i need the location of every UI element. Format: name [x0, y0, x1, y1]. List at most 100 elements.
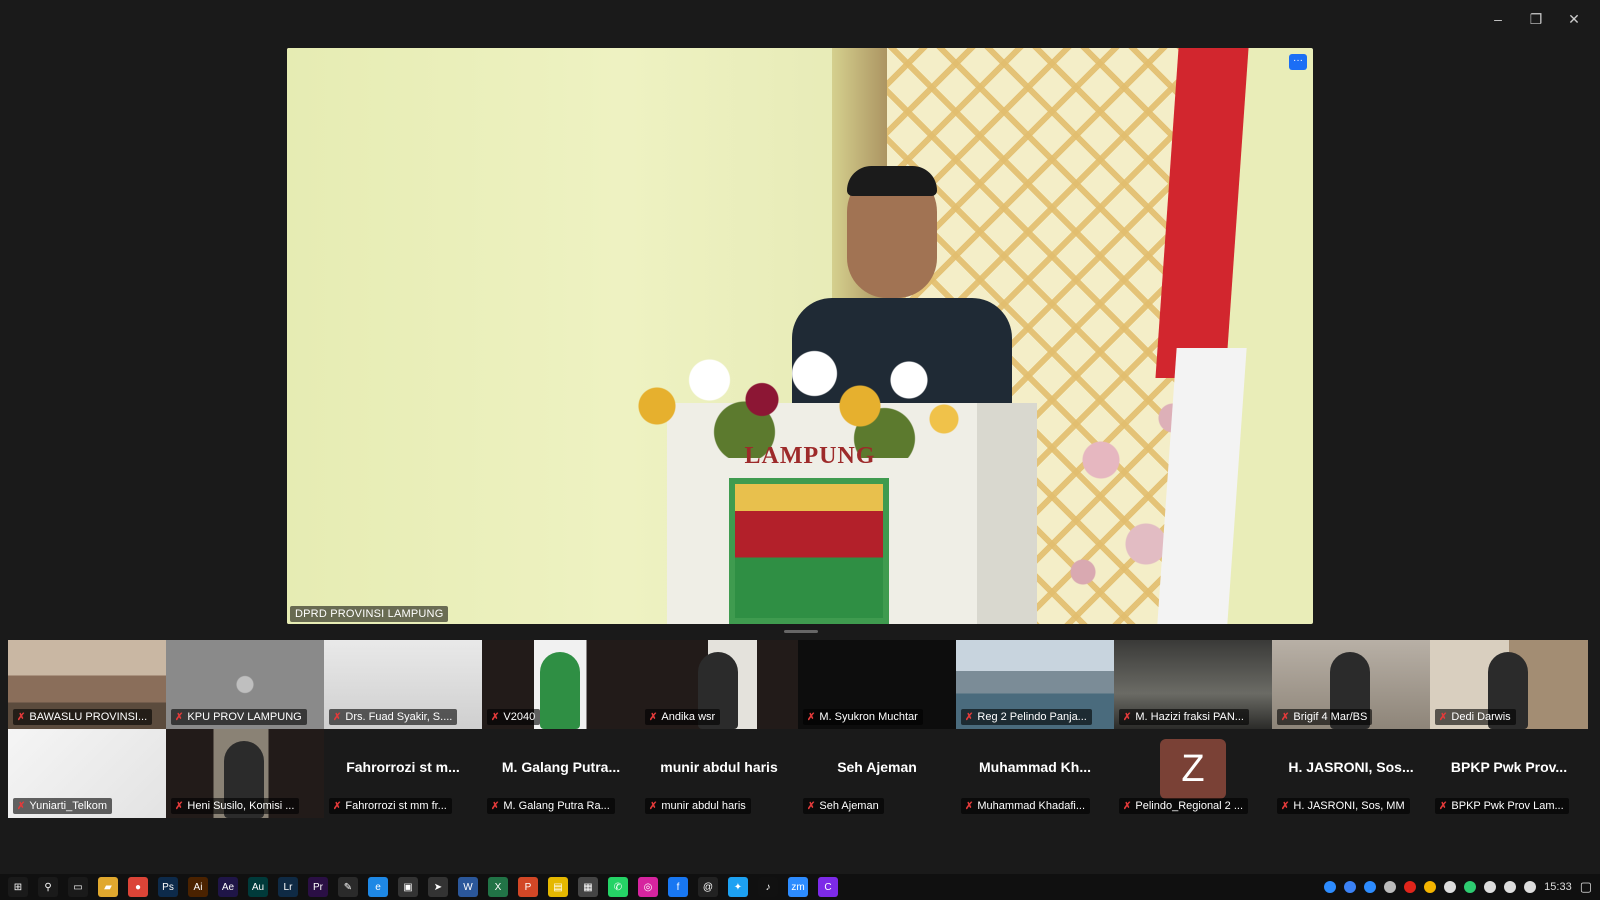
participant-tile[interactable]: ✗ Drs. Fuad Syakir, S....: [324, 640, 482, 729]
participant-tile[interactable]: ✗ Andika wsr: [640, 640, 798, 729]
muted-mic-icon: ✗: [965, 800, 974, 812]
muted-mic-icon: ✗: [17, 711, 26, 723]
instagram-icon[interactable]: ◎: [638, 877, 658, 897]
participant-tile[interactable]: BPKP Pwk Prov... ✗ BPKP Pwk Prov Lam...: [1430, 729, 1588, 818]
video-more-options-button[interactable]: ···: [1289, 54, 1307, 70]
participant-name-label: ✗ M. Syukron Muchtar: [803, 709, 923, 725]
participant-name-label: ✗ Heni Susilo, Komisi ...: [171, 798, 300, 814]
participant-display-name: H. JASRONI, Sos...: [1288, 759, 1414, 775]
participant-tile[interactable]: ✗ Dedi Darwis: [1430, 640, 1588, 729]
lightroom-icon[interactable]: Lr: [278, 877, 298, 897]
tray-shield-icon[interactable]: [1444, 881, 1457, 893]
tiktok-icon[interactable]: ♪: [758, 877, 778, 897]
participant-tile[interactable]: Muhammad Kh... ✗ Muhammad Khadafi...: [956, 729, 1114, 818]
tray-adobe-icon[interactable]: [1404, 881, 1417, 893]
audition-icon[interactable]: Au: [248, 877, 268, 897]
muted-mic-icon: ✗: [807, 800, 816, 812]
participant-display-name: Seh Ajeman: [837, 759, 917, 775]
participant-tile[interactable]: ✗ BAWASLU PROVINSI...: [8, 640, 166, 729]
canva-icon[interactable]: C: [818, 877, 838, 897]
app-box-icon[interactable]: ▣: [398, 877, 418, 897]
tray-sync-icon[interactable]: [1464, 881, 1477, 893]
tray-cloud-icon[interactable]: [1384, 881, 1397, 893]
participant-name-label: ✗ Pelindo_Regional 2 ...: [1119, 798, 1249, 814]
participant-name: munir abdul haris: [661, 800, 746, 812]
muted-mic-icon: ✗: [175, 800, 184, 812]
participant-tile[interactable]: ✗ Heni Susilo, Komisi ...: [166, 729, 324, 818]
notifications-icon[interactable]: ▢: [1580, 879, 1592, 895]
participant-name: BPKP Pwk Prov Lam...: [1451, 800, 1564, 812]
gallery-resize-handle[interactable]: [784, 630, 818, 633]
calculator-icon[interactable]: ▦: [578, 877, 598, 897]
speaker-hair: [847, 166, 937, 196]
threads-icon[interactable]: @: [698, 877, 718, 897]
participant-name: Andika wsr: [661, 711, 716, 723]
photoshop-icon[interactable]: Ps: [158, 877, 178, 897]
facebook-icon[interactable]: f: [668, 877, 688, 897]
participant-tile[interactable]: ✗ Brigif 4 Mar/BS: [1272, 640, 1430, 729]
participant-tile[interactable]: munir abdul haris ✗ munir abdul haris: [640, 729, 798, 818]
illustrator-icon[interactable]: Ai: [188, 877, 208, 897]
restore-button[interactable]: ❐: [1520, 10, 1552, 28]
powerpoint-icon[interactable]: P: [518, 877, 538, 897]
aftereffects-icon[interactable]: Ae: [218, 877, 238, 897]
muted-mic-icon: ✗: [649, 711, 658, 723]
participant-tile[interactable]: ✗ Yuniarti_Telkom: [8, 729, 166, 818]
windows-icon[interactable]: ⊞: [8, 877, 28, 897]
participant-tile[interactable]: ✗ Reg 2 Pelindo Panja...: [956, 640, 1114, 729]
participant-name-label: ✗ Yuniarti_Telkom: [13, 798, 113, 814]
minimize-button[interactable]: –: [1482, 10, 1514, 28]
participant-tile[interactable]: M. Galang Putra... ✗ M. Galang Putra Ra...: [482, 729, 640, 818]
tray-app-icon[interactable]: [1324, 881, 1337, 893]
participant-name: BAWASLU PROVINSI...: [29, 711, 148, 723]
whatsapp-icon[interactable]: ✆: [608, 877, 628, 897]
participant-tile[interactable]: ✗ M. Syukron Muchtar: [798, 640, 956, 729]
chrome-icon[interactable]: ●: [128, 877, 148, 897]
search-icon[interactable]: ⚲: [38, 877, 58, 897]
windows-taskbar: ⊞ ⚲ ▭ ▰ ● Ps Ai Ae Au Lr Pr ✎ e ▣ ➤ W X P ▤ ▦ ✆ ◎ f @ ✦ ♪ zm C 15:3…: [0, 874, 1600, 900]
active-speaker-name-label: DPRD PROVINSI LAMPUNG: [290, 606, 449, 622]
clock[interactable]: 15:33: [1544, 881, 1572, 893]
tray-chrome-icon[interactable]: [1424, 881, 1437, 893]
participant-name-label: ✗ M. Hazizi fraksi PAN...: [1119, 709, 1249, 725]
participant-tile[interactable]: ✗ KPU PROV LAMPUNG: [166, 640, 324, 729]
participant-name: KPU PROV LAMPUNG: [187, 711, 302, 723]
close-button[interactable]: ✕: [1558, 10, 1590, 28]
file-explorer-icon[interactable]: ▰: [98, 877, 118, 897]
podium-side: [977, 403, 1037, 624]
participant-tile[interactable]: Seh Ajeman ✗ Seh Ajeman: [798, 729, 956, 818]
participant-tile[interactable]: ✗ M. Hazizi fraksi PAN...: [1114, 640, 1272, 729]
participant-tile[interactable]: H. JASRONI, Sos... ✗ H. JASRONI, Sos, MM: [1272, 729, 1430, 818]
task-view-icon[interactable]: ▭: [68, 877, 88, 897]
participant-name-label: ✗ Drs. Fuad Syakir, S....: [329, 709, 458, 725]
twitter-icon[interactable]: ✦: [728, 877, 748, 897]
sticky-notes-icon[interactable]: ▤: [548, 877, 568, 897]
tray-security-icon[interactable]: [1484, 881, 1497, 893]
lampung-emblem: [729, 478, 889, 624]
excel-icon[interactable]: X: [488, 877, 508, 897]
participant-name-label: ✗ BPKP Pwk Prov Lam...: [1435, 798, 1569, 814]
participant-tile[interactable]: Z ✗ Pelindo_Regional 2 ...: [1114, 729, 1272, 818]
muted-mic-icon: ✗: [1281, 711, 1290, 723]
tray-dropbox-icon[interactable]: [1344, 881, 1357, 893]
muted-mic-icon: ✗: [333, 800, 342, 812]
network-icon[interactable]: [1504, 881, 1517, 893]
premiere-icon[interactable]: Pr: [308, 877, 328, 897]
active-speaker-video[interactable]: LAMPUNG DPRD PROVINSI LAMPUNG ···: [287, 48, 1313, 624]
volume-icon[interactable]: [1524, 881, 1537, 893]
zoom-icon[interactable]: zm: [788, 877, 808, 897]
arrow-app-icon[interactable]: ➤: [428, 877, 448, 897]
participant-tile[interactable]: ✗ V2040: [482, 640, 640, 729]
muted-mic-icon: ✗: [1281, 800, 1290, 812]
participant-name: Drs. Fuad Syakir, S....: [345, 711, 453, 723]
participant-name-label: ✗ munir abdul haris: [645, 798, 751, 814]
word-icon[interactable]: W: [458, 877, 478, 897]
edge-icon[interactable]: e: [368, 877, 388, 897]
participant-name: M. Hazizi fraksi PAN...: [1135, 711, 1244, 723]
participant-tile[interactable]: Fahrorrozi st m... ✗ Fahrorrozi st mm fr..…: [324, 729, 482, 818]
participant-name-label: ✗ Andika wsr: [645, 709, 721, 725]
participant-name-label: ✗ Fahrorrozi st mm fr...: [329, 798, 452, 814]
pen-tool-icon[interactable]: ✎: [338, 877, 358, 897]
tray-zoom-icon[interactable]: [1364, 881, 1377, 893]
participant-name: Reg 2 Pelindo Panja...: [977, 711, 1087, 723]
